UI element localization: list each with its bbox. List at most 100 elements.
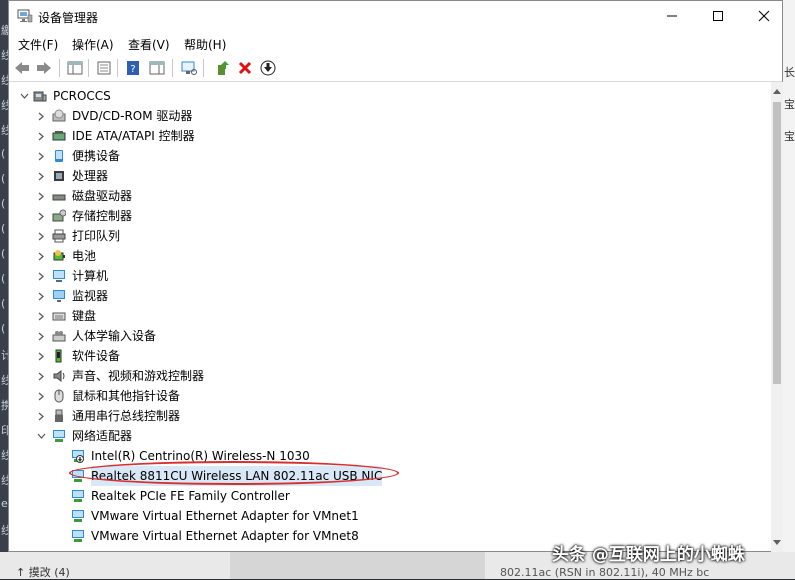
chevron-right-icon[interactable] <box>36 326 46 346</box>
action-pane-button[interactable] <box>148 59 166 77</box>
tree-category-9[interactable]: 监视器 <box>9 286 769 306</box>
tree-root-node[interactable]: PCROCCS <box>9 86 769 106</box>
maximize-button[interactable] <box>695 1 741 31</box>
background-char: ( <box>1 297 6 310</box>
background-char: 宝 <box>784 98 795 111</box>
chevron-right-icon[interactable] <box>36 386 46 406</box>
menu-help[interactable]: 帮助(H) <box>184 36 226 53</box>
chevron-up-icon <box>773 89 781 94</box>
chevron-right-icon[interactable] <box>36 366 46 386</box>
tree-category-5[interactable]: 存储控制器 <box>9 206 769 226</box>
storage-controller-icon <box>52 209 67 223</box>
chevron-down-icon[interactable] <box>36 426 46 446</box>
update-driver-button[interactable] <box>214 59 232 77</box>
tree-category-label: 监视器 <box>72 289 109 303</box>
tree-category-11[interactable]: 人体学输入设备 <box>9 326 769 346</box>
tree-category-label: IDE ATA/ATAPI 控制器 <box>72 129 195 143</box>
sound-icon <box>52 369 66 383</box>
tree-category-label: 打印队列 <box>72 229 121 243</box>
menu-file[interactable]: 文件(F) <box>18 36 58 53</box>
background-bottom-left-text: ↑ 摸改 (4) <box>16 566 70 579</box>
computer-root-icon <box>33 89 47 103</box>
chevron-right-icon[interactable] <box>36 286 46 306</box>
portable-device-icon <box>52 149 66 163</box>
background-right-strip: 长宝宝 <box>783 0 795 579</box>
scan-hardware-button[interactable] <box>180 59 198 77</box>
back-button[interactable] <box>13 59 31 77</box>
console-tree-icon <box>67 61 83 75</box>
chevron-right-icon[interactable] <box>36 186 46 206</box>
network-adapter-item[interactable]: VMware Virtual Ethernet Adapter for VMne… <box>9 506 769 526</box>
watermark: 头条 @互联网上的小蜘蛛 <box>552 545 745 565</box>
tree-category-2[interactable]: 便携设备 <box>9 146 769 166</box>
disable-device-button[interactable] <box>259 59 277 77</box>
tree-category-3[interactable]: 处理器 <box>9 166 769 186</box>
network-adapter-item[interactable]: Realtek PCIe FE Family Controller <box>9 486 769 506</box>
menu-view[interactable]: 查看(V) <box>128 36 170 53</box>
close-button[interactable] <box>741 1 787 31</box>
toolbar-separator <box>88 59 89 77</box>
help-icon: ? <box>127 61 139 75</box>
tree-category-16[interactable]: 网络适配器 <box>9 426 769 446</box>
monitor-scan-icon <box>181 61 197 75</box>
scroll-up-button[interactable] <box>771 84 783 98</box>
tree-category-15[interactable]: 通用串行总线控制器 <box>9 406 769 426</box>
chevron-right-icon[interactable] <box>36 226 46 246</box>
tree-category-13[interactable]: 声音、视频和游戏控制器 <box>9 366 769 386</box>
title-bar[interactable]: 设备管理器 <box>9 1 782 31</box>
network-adapter-icon <box>71 529 85 543</box>
monitor-icon <box>52 289 66 303</box>
vertical-scrollbar[interactable] <box>771 82 783 552</box>
chevron-right-icon[interactable] <box>36 206 46 226</box>
computer-icon <box>52 269 66 283</box>
tree-category-12[interactable]: 软件设备 <box>9 346 769 366</box>
tree-category-label: 网络适配器 <box>72 429 133 443</box>
usb-icon <box>52 409 66 423</box>
chevron-right-icon[interactable] <box>36 246 46 266</box>
scroll-down-button[interactable] <box>771 536 783 550</box>
chevron-right-icon[interactable] <box>36 266 46 286</box>
processor-icon <box>52 169 66 183</box>
tree-category-7[interactable]: 电池 <box>9 246 769 266</box>
tree-category-label: 鼠标和其他指针设备 <box>72 389 181 403</box>
update-driver-icon <box>218 61 229 75</box>
forward-button[interactable] <box>35 59 53 77</box>
chevron-right-icon[interactable] <box>36 346 46 366</box>
svg-text:?: ? <box>130 64 135 75</box>
tree-category-label: 计算机 <box>72 269 109 283</box>
tree-category-label: 通用串行总线控制器 <box>72 409 181 423</box>
tree-category-14[interactable]: 鼠标和其他指针设备 <box>9 386 769 406</box>
arrow-left-icon <box>15 62 29 74</box>
chevron-right-icon[interactable] <box>36 126 46 146</box>
chevron-right-icon[interactable] <box>36 306 46 326</box>
scrollbar-thumb[interactable] <box>773 102 781 384</box>
tree-category-10[interactable]: 键盘 <box>9 306 769 326</box>
properties-button[interactable] <box>95 59 113 77</box>
help-button[interactable]: ? <box>124 59 142 77</box>
network-adapter-item[interactable]: Intel(R) Centrino(R) Wireless-N 1030 <box>9 446 769 466</box>
background-char: ( <box>1 247 6 260</box>
menu-action[interactable]: 操作(A) <box>72 36 114 53</box>
background-taskbar-block <box>230 552 485 579</box>
tree-category-6[interactable]: 打印队列 <box>9 226 769 246</box>
action-pane-icon <box>149 61 165 75</box>
toolbar: ? <box>9 55 782 82</box>
network-adapter-icon <box>52 429 66 443</box>
chevron-right-icon[interactable] <box>36 166 46 186</box>
printer-icon <box>52 229 66 243</box>
minimize-button[interactable] <box>649 1 695 31</box>
uninstall-device-button[interactable] <box>236 59 254 77</box>
chevron-right-icon[interactable] <box>36 106 46 126</box>
ide-controller-icon <box>52 129 66 143</box>
chevron-down-icon[interactable] <box>19 86 29 106</box>
tree-category-label: 人体学输入设备 <box>72 329 157 343</box>
tree-category-1[interactable]: IDE ATA/ATAPI 控制器 <box>9 126 769 146</box>
tree-category-0[interactable]: DVD/CD-ROM 驱动器 <box>9 106 769 126</box>
chevron-right-icon[interactable] <box>36 146 46 166</box>
chevron-right-icon[interactable] <box>36 406 46 426</box>
toolbar-separator <box>172 59 173 77</box>
toolbar-separator <box>117 59 118 77</box>
tree-category-4[interactable]: 磁盘驱动器 <box>9 186 769 206</box>
tree-category-8[interactable]: 计算机 <box>9 266 769 286</box>
show-hide-console-tree-button[interactable] <box>66 59 84 77</box>
